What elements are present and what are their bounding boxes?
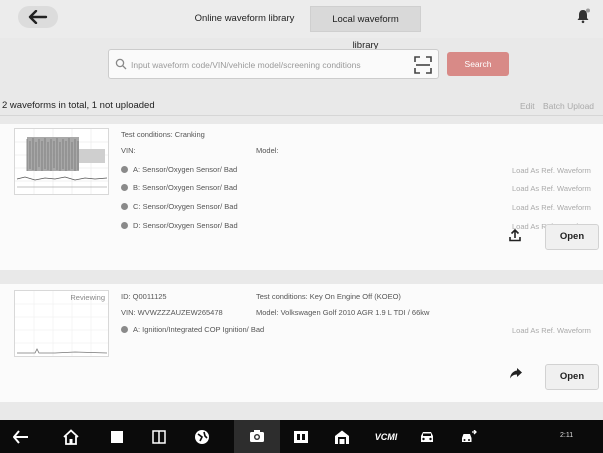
summary-bar: 2 waveforms in total, 1 not uploaded Edi…: [0, 96, 603, 116]
library-tabs: Online waveform library Local waveform l…: [179, 6, 421, 51]
tab-online-library[interactable]: Online waveform library: [179, 6, 310, 32]
channel-label: B: Sensor/Oxygen Sensor/ Bad: [133, 183, 238, 192]
recent-apps-icon: [111, 431, 123, 443]
waveform-thumbnail[interactable]: [14, 128, 109, 195]
channel-dot-icon: [121, 184, 128, 191]
camera-icon: [250, 430, 264, 442]
load-ref-waveform-link[interactable]: Load As Ref. Waveform: [512, 184, 591, 193]
channel-dot-icon: [121, 166, 128, 173]
waveform-card: Reviewing ID: Q0011125 Test conditions: …: [0, 284, 603, 402]
test-conditions: Test conditions: Key On Engine Off (KOEO…: [256, 292, 401, 301]
status-clock: 2:11: [560, 432, 574, 439]
channel-label: A: Ignition/Integrated COP Ignition/ Bad: [133, 325, 265, 334]
nav-back-button[interactable]: [12, 428, 30, 446]
load-ref-waveform-link[interactable]: Load As Ref. Waveform: [512, 166, 591, 175]
tab-local-library[interactable]: Local waveform library: [310, 6, 421, 51]
split-screen-icon: [152, 430, 166, 444]
model-label: Model:: [256, 146, 279, 155]
bell-icon[interactable]: [575, 8, 591, 24]
upload-icon[interactable]: [508, 228, 522, 242]
scan-icon[interactable]: [414, 56, 432, 74]
waveform-id: ID: Q0011125: [121, 292, 167, 301]
load-ref-waveform-link[interactable]: Load As Ref. Waveform: [512, 326, 591, 335]
waveform-thumbnail[interactable]: Reviewing: [14, 290, 109, 357]
waveform-preview-icon: [15, 129, 108, 194]
channel-label: A: Sensor/Oxygen Sensor/ Bad: [133, 165, 238, 174]
batch-upload-button[interactable]: Batch Upload: [543, 101, 594, 111]
nav-vehicle-button[interactable]: [418, 428, 436, 446]
globe-icon: [195, 430, 209, 444]
search-button[interactable]: Search: [447, 52, 509, 76]
channel-dot-icon: [121, 326, 128, 333]
nav-garage-button[interactable]: [333, 428, 351, 446]
nav-vehicle-switch-button[interactable]: [459, 428, 479, 446]
channel-dot-icon: [121, 203, 128, 210]
car-icon: [421, 432, 433, 442]
vehicle-switch-icon: [462, 430, 477, 442]
channel-label: D: Sensor/Oxygen Sensor/ Bad: [133, 221, 238, 230]
channel-item: A: Sensor/Oxygen Sensor/ Bad: [121, 165, 237, 174]
waveform-card: Test conditions: Cranking VIN: Model: A:…: [0, 124, 603, 270]
search-icon: [115, 58, 127, 70]
channel-item: A: Ignition/Integrated COP Ignition/ Bad: [121, 325, 264, 334]
garage-icon: [335, 430, 349, 444]
search-row: Search: [0, 46, 603, 84]
back-arrow-icon: [28, 10, 48, 24]
channel-item: B: Sensor/Oxygen Sensor/ Bad: [121, 183, 237, 192]
back-button[interactable]: [18, 6, 58, 28]
home-icon: [63, 429, 79, 445]
edit-button[interactable]: Edit: [520, 101, 535, 111]
vin-label: VIN: WVWZZZAUZEW265478: [121, 308, 223, 317]
open-button[interactable]: Open: [545, 364, 599, 390]
channel-dot-icon: [121, 222, 128, 229]
test-conditions: Test conditions: Cranking: [121, 130, 205, 139]
status-badge: Reviewing: [70, 293, 105, 302]
nav-split-screen-button[interactable]: [150, 428, 168, 446]
search-input[interactable]: [131, 56, 403, 74]
screen-record-icon: [294, 431, 308, 443]
channel-item: D: Sensor/Oxygen Sensor/ Bad: [121, 221, 238, 230]
vcmi-label: VCMI: [374, 432, 398, 442]
top-bar: Online waveform library Local waveform l…: [0, 0, 603, 51]
vin-label: VIN:: [121, 146, 136, 155]
nav-browser-button[interactable]: [193, 428, 211, 446]
nav-recent-button[interactable]: [108, 428, 126, 446]
nav-screen-capture-button[interactable]: [292, 428, 310, 446]
model-label: Model: Volkswagen Golf 2010 AGR 1.9 L TD…: [256, 308, 430, 317]
share-icon[interactable]: [509, 366, 523, 380]
search-box: [108, 49, 439, 79]
open-button[interactable]: Open: [545, 224, 599, 250]
nav-home-button[interactable]: [62, 428, 80, 446]
load-ref-waveform-link[interactable]: Load As Ref. Waveform: [512, 203, 591, 212]
channel-item: C: Sensor/Oxygen Sensor/ Bad: [121, 202, 238, 211]
channel-label: C: Sensor/Oxygen Sensor/ Bad: [133, 202, 238, 211]
nav-camera-button[interactable]: [234, 420, 280, 453]
back-arrow-icon: [13, 430, 28, 444]
system-nav-bar: VCMI 2:11: [0, 420, 603, 453]
waveform-count: 2 waveforms in total, 1 not uploaded: [2, 100, 155, 111]
nav-vcmi-button[interactable]: VCMI: [371, 428, 401, 446]
